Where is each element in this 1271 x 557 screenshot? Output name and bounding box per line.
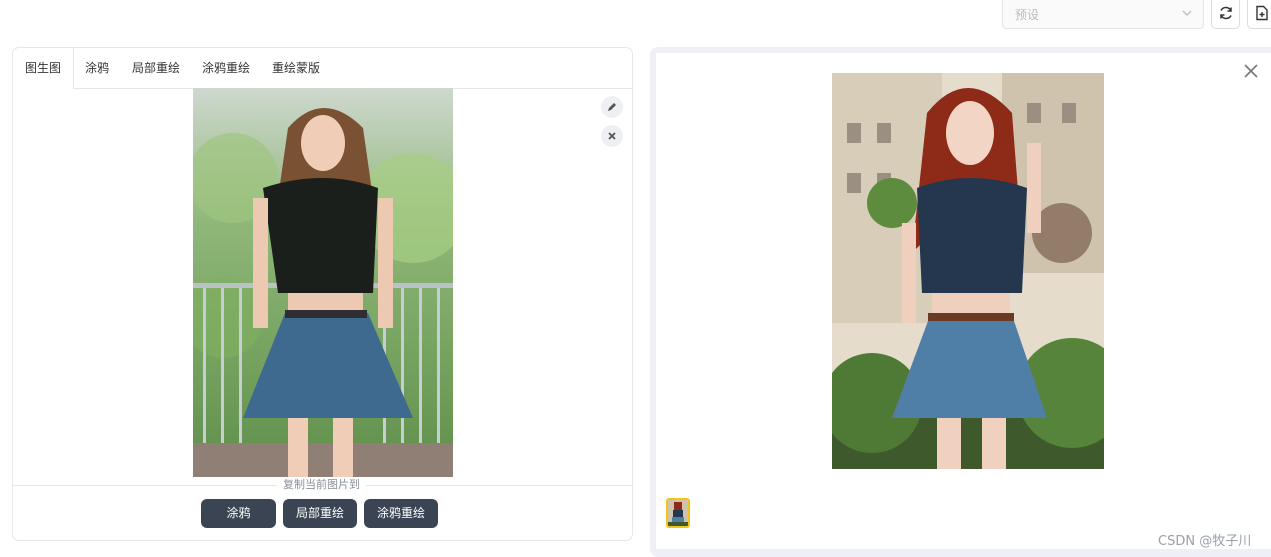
preset-dropdown[interactable]: 预设 [1002, 0, 1204, 29]
tab-img2img[interactable]: 图生图 [13, 48, 74, 89]
pencil-icon [608, 103, 616, 111]
result-thumbnail[interactable] [666, 498, 690, 528]
close-icon[interactable] [1243, 63, 1259, 79]
tab-sketch[interactable]: 涂鸦 [79, 48, 115, 88]
tab-inpaint-upload[interactable]: 重绘蒙版 [269, 48, 323, 88]
source-photo [193, 88, 453, 477]
preset-placeholder: 预设 [1015, 8, 1040, 22]
tab-inpaint[interactable]: 局部重绘 [129, 48, 183, 88]
add-file-icon [1256, 5, 1268, 21]
copy-to-sketch-button[interactable]: 涂鸦 [201, 499, 276, 528]
edit-image-button[interactable] [601, 96, 623, 118]
tab-bar: 图生图 涂鸦 局部重绘 涂鸦重绘 重绘蒙版 [13, 48, 632, 89]
copy-to-inpaint-sketch-button[interactable]: 涂鸦重绘 [364, 499, 438, 528]
tab-inpaint-sketch[interactable]: 涂鸦重绘 [199, 48, 253, 88]
clear-image-button[interactable] [601, 125, 623, 147]
save-preset-button[interactable] [1247, 0, 1271, 29]
chevron-down-icon [1182, 10, 1192, 16]
thumbnail-photo [668, 500, 688, 526]
copy-to-inpaint-button[interactable]: 局部重绘 [283, 499, 357, 528]
refresh-button[interactable] [1211, 0, 1240, 29]
refresh-icon [1220, 6, 1232, 20]
result-image[interactable] [832, 73, 1104, 469]
img2img-panel: 图生图 涂鸦 局部重绘 涂鸦重绘 重绘蒙版 复制当前图片到 涂鸦 局部重绘 涂鸦… [12, 47, 633, 541]
source-image[interactable] [193, 88, 453, 477]
close-icon [608, 132, 616, 140]
copy-to-label: 复制当前图片到 [277, 478, 366, 492]
watermark: CSDN @牧子川 [1158, 534, 1252, 549]
generated-photo [832, 73, 1104, 469]
